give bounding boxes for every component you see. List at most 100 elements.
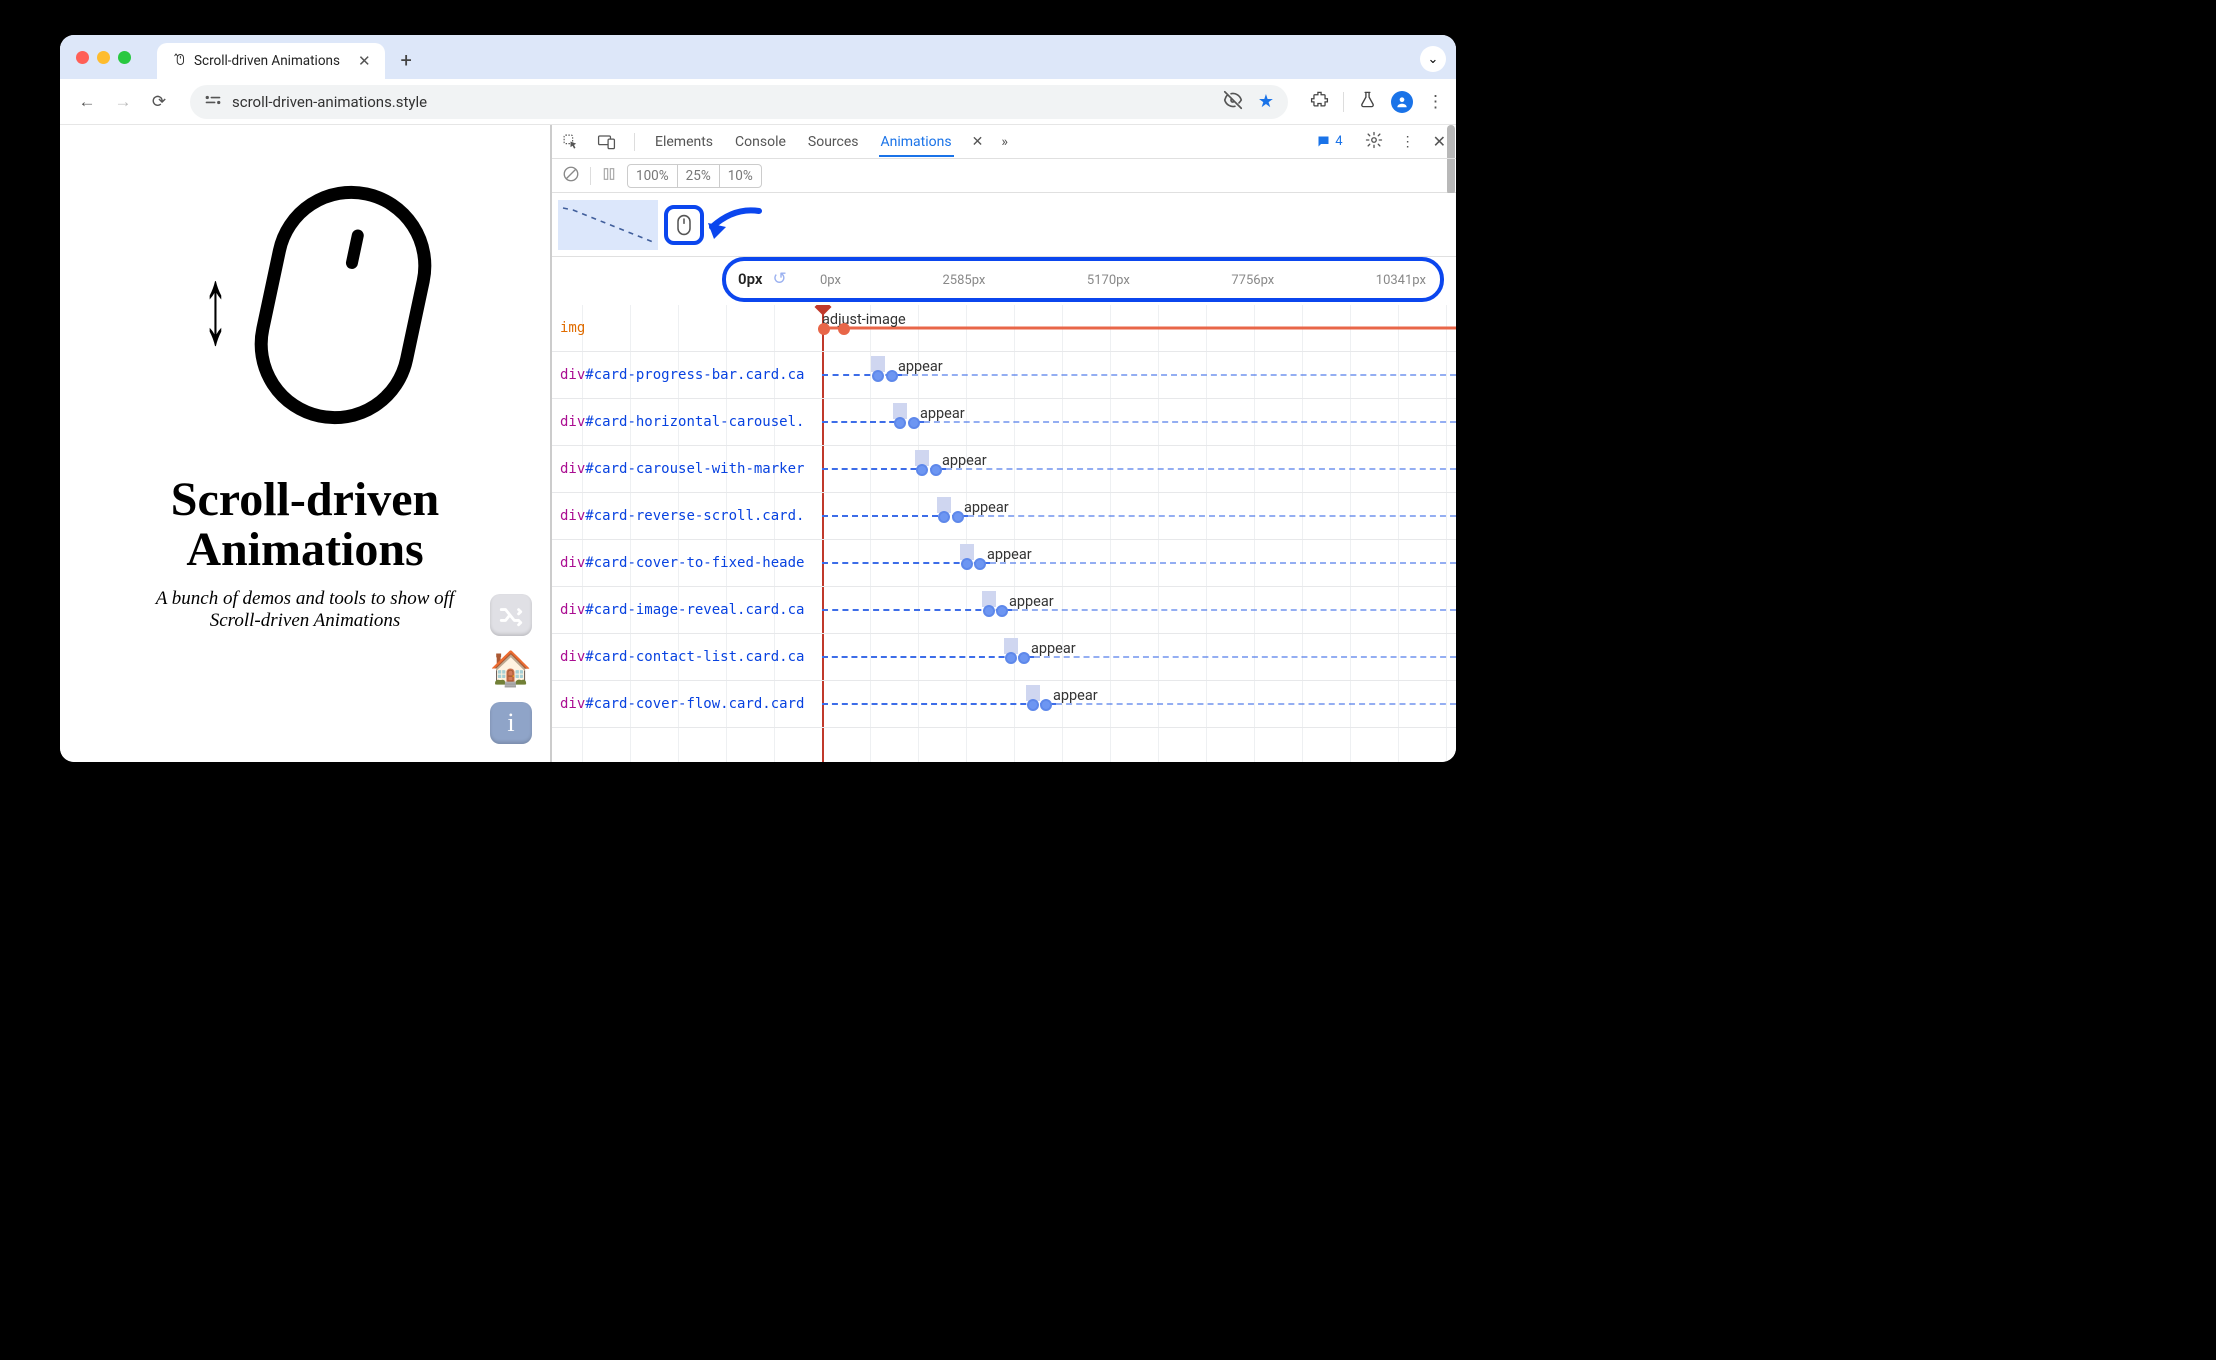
keyframe-marker[interactable]: [983, 605, 995, 617]
keyframe-marker[interactable]: [1027, 699, 1039, 711]
keyframe-marker[interactable]: [908, 417, 920, 429]
speed-100[interactable]: 100%: [628, 165, 678, 187]
speed-10[interactable]: 10%: [720, 165, 761, 187]
animation-group-thumbnail[interactable]: [558, 200, 658, 250]
updown-arrow-icon: ↕: [203, 241, 228, 370]
animation-timeline[interactable]: imgadjust-imagediv#card-progress-bar.car…: [552, 305, 1456, 762]
eye-off-icon[interactable]: [1222, 89, 1244, 115]
keyframe-marker[interactable]: [894, 417, 906, 429]
row-track: appear: [822, 587, 1456, 633]
keyframe-marker[interactable]: [974, 558, 986, 570]
timeline-row[interactable]: div#card-reverse-scroll.card.appear: [552, 493, 1456, 540]
row-selector-label: div#card-image-reveal.card.ca: [552, 602, 822, 618]
page-title: Scroll-driven Animations: [171, 475, 439, 576]
scroll-driven-indicator[interactable]: [664, 205, 704, 245]
extensions-icon[interactable]: [1310, 90, 1329, 113]
url-text: scroll-driven-animations.style: [232, 93, 427, 111]
keyframe-marker[interactable]: [952, 511, 964, 523]
more-tabs-icon[interactable]: »: [1001, 134, 1008, 150]
bookmark-star-icon[interactable]: ★: [1258, 91, 1274, 112]
keyframe-marker[interactable]: [872, 370, 884, 382]
row-selector-label: div#card-carousel-with-marker: [552, 461, 822, 477]
row-track: appear: [822, 634, 1456, 680]
timeline-row[interactable]: div#card-cover-to-fixed-headeappear: [552, 540, 1456, 587]
speed-pills: 100% 25% 10%: [627, 164, 762, 188]
device-toggle-icon[interactable]: [597, 133, 616, 150]
back-button[interactable]: ←: [72, 87, 102, 117]
row-track: appear: [822, 399, 1456, 445]
messages-badge[interactable]: 4: [1312, 133, 1346, 150]
ruler-reset-icon[interactable]: ↺: [773, 269, 787, 289]
keyframe-marker[interactable]: [996, 605, 1008, 617]
toolbar-right: ⋮: [1310, 90, 1444, 113]
info-button[interactable]: i: [490, 702, 532, 744]
home-button[interactable]: 🏠: [490, 648, 532, 690]
row-selector-label: div#card-reverse-scroll.card.: [552, 508, 822, 524]
close-tab-icon[interactable]: ✕: [358, 52, 371, 70]
tab-strip: Scroll-driven Animations ✕ + ⌄: [60, 35, 1456, 79]
clear-icon[interactable]: [562, 165, 580, 187]
keyframe-marker[interactable]: [1040, 699, 1052, 711]
timeline-ruler-area: 0px ↺ 0px 2585px 5170px 7756px 10341px: [552, 257, 1456, 305]
tab-console[interactable]: Console: [733, 128, 788, 156]
timeline-row[interactable]: div#card-carousel-with-marker appear: [552, 446, 1456, 493]
page-subtitle-line2: Scroll-driven Animations: [210, 610, 401, 631]
tick-0: 0px: [820, 273, 841, 288]
keyframe-marker[interactable]: [886, 370, 898, 382]
close-devtools-icon[interactable]: ✕: [1433, 132, 1446, 151]
close-tab-icon[interactable]: ✕: [972, 134, 984, 150]
labs-icon[interactable]: [1358, 90, 1377, 113]
page-subtitle-line1: A bunch of demos and tools to show off: [156, 588, 454, 609]
keyframe-marker[interactable]: [938, 511, 950, 523]
tab-title: Scroll-driven Animations: [194, 53, 340, 69]
tab-sources[interactable]: Sources: [806, 128, 861, 156]
row-track: appear: [822, 446, 1456, 492]
devtools-menu-icon[interactable]: ⋮: [1401, 134, 1415, 150]
close-window[interactable]: [76, 51, 89, 64]
page-floating-buttons: 🏠 i: [490, 594, 532, 744]
row-track: appear: [822, 540, 1456, 586]
settings-gear-icon[interactable]: [1365, 131, 1383, 153]
animation-name-label: appear: [898, 358, 943, 375]
overflow-menu-icon[interactable]: ⋮: [1427, 92, 1444, 112]
timeline-row[interactable]: div#card-horizontal-carousel.appear: [552, 399, 1456, 446]
reload-button[interactable]: ⟳: [144, 87, 174, 117]
keyframe-marker[interactable]: [1005, 652, 1017, 664]
timeline-row[interactable]: div#card-progress-bar.card.ca appear: [552, 352, 1456, 399]
dt-divider: [634, 133, 635, 151]
animation-name-label: appear: [942, 452, 987, 469]
pause-icon[interactable]: [601, 166, 617, 186]
site-settings-icon[interactable]: [204, 93, 222, 111]
keyframe-marker[interactable]: [1018, 652, 1030, 664]
minimize-window[interactable]: [97, 51, 110, 64]
timeline-row[interactable]: div#card-cover-flow.card.cardappear: [552, 681, 1456, 728]
row-selector-label: div#card-progress-bar.card.ca: [552, 367, 822, 383]
browser-tab[interactable]: Scroll-driven Animations ✕: [157, 43, 385, 79]
maximize-window[interactable]: [118, 51, 131, 64]
mouse-outline-icon: [239, 171, 445, 439]
devtools-panel: Elements Console Sources Animations ✕ » …: [550, 125, 1456, 762]
tab-elements[interactable]: Elements: [653, 128, 715, 156]
toolbar-divider: [1343, 92, 1344, 112]
page-preview: ↕ Scroll-driven Animations A bunch of de…: [60, 125, 550, 762]
timeline-row[interactable]: div#card-contact-list.card.caappear: [552, 634, 1456, 681]
timeline-row[interactable]: div#card-image-reveal.card.caappear: [552, 587, 1456, 634]
keyframe-marker[interactable]: [916, 464, 928, 476]
address-bar[interactable]: scroll-driven-animations.style ★: [190, 85, 1288, 119]
window-controls: [76, 51, 131, 64]
timeline-row[interactable]: imgadjust-image: [552, 305, 1456, 352]
keyframe-marker[interactable]: [930, 464, 942, 476]
inspect-icon[interactable]: [562, 133, 579, 150]
tab-animations[interactable]: Animations: [879, 128, 954, 157]
browser-window: Scroll-driven Animations ✕ + ⌄ ← → ⟳ scr…: [60, 35, 1456, 762]
shuffle-button[interactable]: [490, 594, 532, 636]
new-tab-button[interactable]: +: [401, 48, 412, 72]
forward-button[interactable]: →: [108, 87, 138, 117]
animation-overview: [552, 193, 1456, 257]
keyframe-marker[interactable]: [961, 558, 973, 570]
profile-avatar[interactable]: [1391, 91, 1413, 113]
browser-toolbar: ← → ⟳ scroll-driven-animations.style ★: [60, 79, 1456, 125]
speed-25[interactable]: 25%: [678, 165, 720, 187]
tab-overflow-button[interactable]: ⌄: [1420, 46, 1446, 72]
favicon-icon: [171, 52, 186, 71]
